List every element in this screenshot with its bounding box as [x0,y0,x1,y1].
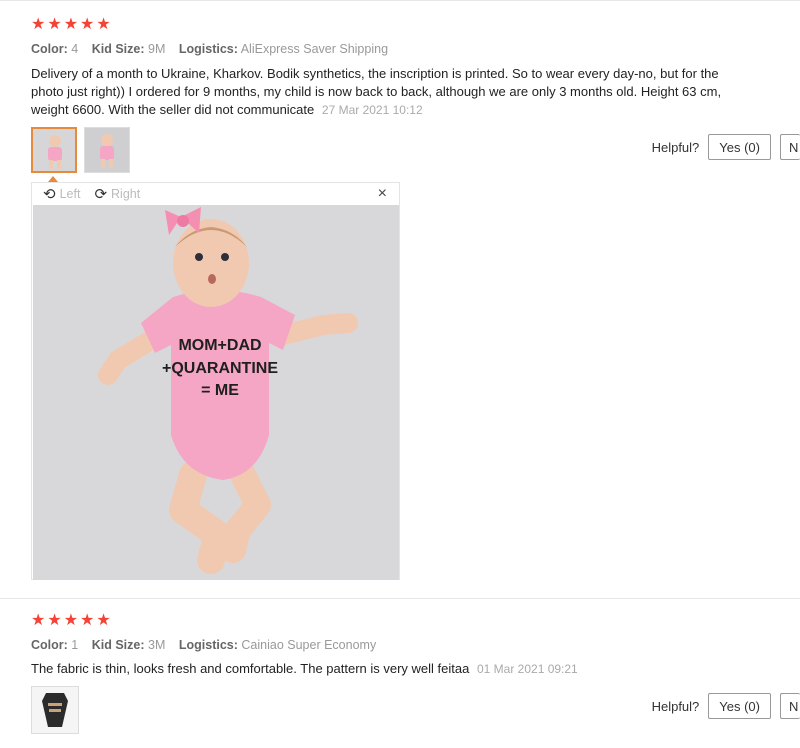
photo-thumbnail[interactable] [31,686,79,734]
viewer-toolbar: ⟲ Left ⟳ Right [32,183,399,205]
star-icon: ★ [47,612,62,629]
onesie-thumbnail-image [32,687,78,733]
helpful-label: Helpful? [651,698,700,714]
shirt-text-line1: MOM+DAD [178,337,261,354]
logistics-label: Logistics: [178,638,238,652]
review-date: 27 Mar 2021 10:12 [321,103,423,117]
color-value: 4 [71,42,79,56]
review-date: 01 Mar 2021 09:21 [476,662,578,676]
baby-photo-image: MOM+DAD +QUARANTINE = ME [33,205,399,580]
helpful-controls: Helpful? Yes (0) N [652,693,800,719]
size-value: 3M [148,638,166,652]
photo-thumbnail[interactable] [31,127,77,173]
review-item: ★ ★ ★ ★ ★ Color: 1 Kid Size: 3M Logistic… [0,598,800,748]
review-item: ★ ★ ★ ★ ★ Color: 4 Kid Size: 9M Logistic… [0,0,800,599]
close-icon[interactable]: × [378,185,387,203]
star-icon: ★ [47,16,62,33]
helpful-yes-button[interactable]: Yes (0) [708,134,771,160]
logistics-value: AliExpress Saver Shipping [240,42,389,56]
star-icon: ★ [31,612,46,629]
rotate-left-icon: ⟲ [43,186,56,203]
color-value: 1 [71,638,79,652]
rotate-left-label: Left [59,187,81,201]
review-text: Delivery of a month to Ukraine, Kharkov.… [31,65,751,119]
helpful-yes-button[interactable]: Yes (0) [708,693,771,719]
color-label: Color: [31,42,68,56]
review-photo: MOM+DAD +QUARANTINE = ME [33,205,399,580]
rotate-right-icon: ⟳ [94,186,108,203]
star-icon: ★ [31,16,46,33]
photo-thumbnail[interactable] [84,127,130,173]
review-attributes: Color: 1 Kid Size: 3M Logistics: Cainiao… [31,638,376,652]
size-label: Kid Size: [91,42,145,56]
photo-thumbnails [31,686,79,734]
star-icon: ★ [63,612,79,629]
star-icon: ★ [80,16,95,33]
photo-thumbnails [31,127,130,173]
helpful-controls: Helpful? Yes (0) N [652,134,800,160]
logistics-value: Cainiao Super Economy [241,638,377,652]
rotate-right-button[interactable]: ⟳ Right [94,185,140,203]
helpful-no-button[interactable]: N [780,693,800,719]
rating-stars: ★ ★ ★ ★ ★ [31,613,111,629]
star-icon: ★ [96,612,111,629]
review-attributes: Color: 4 Kid Size: 9M Logistics: AliExpr… [31,42,388,56]
star-icon: ★ [96,16,111,33]
star-icon: ★ [63,16,79,33]
rating-stars: ★ ★ ★ ★ ★ [31,17,111,33]
color-label: Color: [31,638,68,652]
logistics-label: Logistics: [178,42,238,56]
rotate-right-label: Right [111,187,141,201]
rotate-left-button[interactable]: ⟲ Left [43,185,80,203]
shirt-text-line3: = ME [201,382,239,399]
shirt-text-line2: +QUARANTINE [162,360,278,377]
size-label: Kid Size: [91,638,145,652]
review-body: The fabric is thin, looks fresh and comf… [31,661,470,676]
helpful-no-button[interactable]: N [780,134,800,160]
baby-thumbnail-image [85,128,129,172]
star-icon: ★ [80,612,95,629]
baby-thumbnail-image [33,129,75,171]
helpful-label: Helpful? [651,139,700,155]
review-text: The fabric is thin, looks fresh and comf… [31,660,751,678]
size-value: 9M [148,42,166,56]
photo-viewer: ⟲ Left ⟳ Right × MOM+DAD +QUARANTINE = M… [31,182,400,580]
